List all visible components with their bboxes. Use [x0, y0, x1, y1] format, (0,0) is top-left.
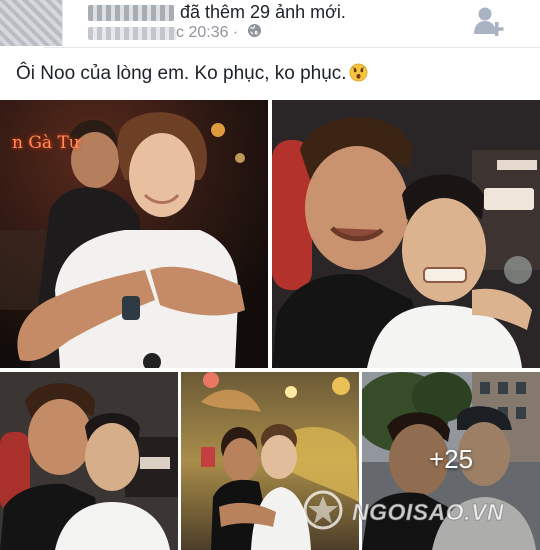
- watermark-text: NGOISAO.VN: [352, 499, 504, 526]
- post-photo[interactable]: [0, 372, 178, 550]
- neon-sign-text: n Gà Tư: [12, 133, 80, 153]
- post-photo[interactable]: n Gà Tư: [0, 100, 268, 368]
- more-photos-count[interactable]: +25: [362, 444, 540, 475]
- author-avatar-blurred[interactable]: [0, 0, 63, 46]
- post-action-text: đã thêm 29 ảnh mới.: [180, 2, 346, 22]
- post-photo[interactable]: [272, 100, 540, 368]
- add-friend-icon[interactable]: [472, 4, 506, 40]
- post-header: đã thêm 29 ảnh mới. c 20:36 ·: [0, 0, 540, 55]
- ngoisao-watermark: NGOISAO.VN: [300, 485, 540, 545]
- post-time[interactable]: c 20:36 ·: [176, 24, 238, 41]
- photo-image: [0, 372, 178, 550]
- post-date-blurred[interactable]: [88, 26, 176, 40]
- globe-icon[interactable]: [247, 23, 262, 43]
- post-meta: c 20:36 ·: [88, 23, 262, 43]
- post-title-line: đã thêm 29 ảnh mới.: [88, 2, 346, 23]
- author-name-blurred[interactable]: [88, 5, 174, 22]
- photo-image: [272, 100, 540, 368]
- post-caption: Ôi Noo của lòng em. Ko phục, ko phục.: [16, 62, 368, 86]
- astonished-face-icon: [349, 63, 368, 82]
- ngoisao-logo-icon: [303, 490, 343, 530]
- post-caption-text: Ôi Noo của lòng em. Ko phục, ko phục.: [16, 63, 347, 84]
- header-divider: [44, 47, 540, 48]
